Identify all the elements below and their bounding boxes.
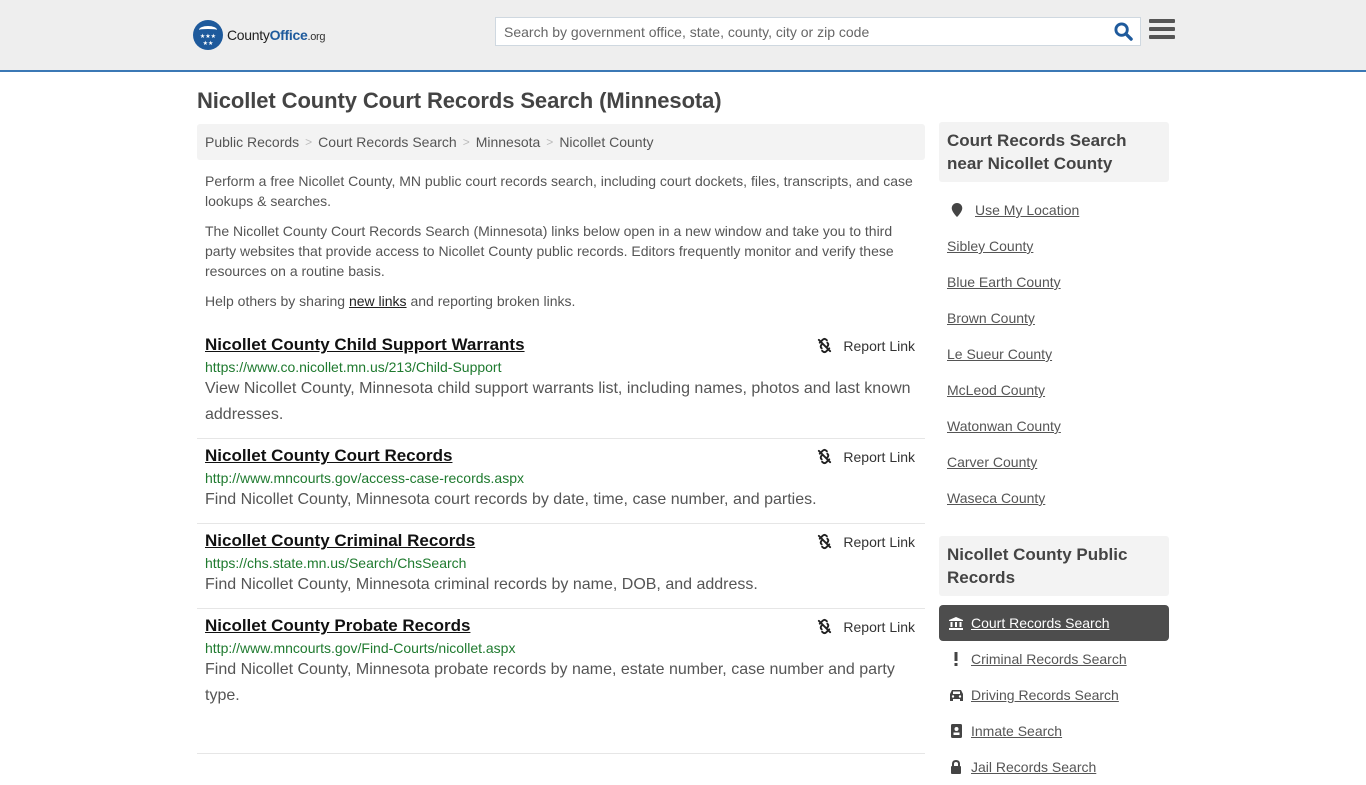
eagle-badge-icon: ★★★ ★★ [193, 20, 223, 50]
use-my-location-item: Use My Location [947, 192, 1161, 228]
nearby-county-link[interactable]: Le Sueur County [947, 346, 1052, 362]
lock-icon [947, 760, 965, 774]
nearby-county-link[interactable]: McLeod County [947, 382, 1045, 398]
report-link-button[interactable]: Report Link [816, 448, 915, 465]
result-item: Nicollet County Child Support Warrants R… [197, 328, 925, 439]
nearby-county-item: Sibley County [947, 228, 1161, 264]
map-pin-icon [951, 203, 963, 217]
result-description: Find Nicollet County, Minnesota criminal… [205, 576, 758, 593]
public-records-item-jail[interactable]: Jail Records Search [939, 749, 1169, 785]
intro-paragraph: The Nicollet County Court Records Search… [205, 223, 894, 279]
result-title-link[interactable]: Nicollet County Court Records [205, 445, 452, 467]
result-description: View Nicollet County, Minnesota child su… [205, 380, 911, 423]
car-icon [947, 689, 965, 701]
sidebar: Court Records Search near Nicollet Count… [939, 122, 1169, 785]
nearby-county-item: Brown County [947, 300, 1161, 336]
public-records-list: Court Records Search Criminal Records Se… [939, 605, 1169, 785]
search-input[interactable] [496, 18, 1106, 45]
broken-link-icon [818, 337, 832, 354]
report-link-button[interactable]: Report Link [816, 337, 915, 354]
nearby-county-list: Use My Location Sibley County Blue Earth… [939, 182, 1169, 516]
broken-link-icon [818, 448, 832, 465]
search-icon [1113, 22, 1133, 41]
breadcrumb-separator-icon: > [305, 135, 313, 149]
nearby-county-link[interactable]: Watonwan County [947, 418, 1061, 434]
public-records-heading: Nicollet County Public Records [939, 536, 1169, 596]
breadcrumb-court-records-search[interactable]: Court Records Search [318, 134, 457, 150]
nearby-county-link[interactable]: Carver County [947, 454, 1037, 470]
exclamation-icon [947, 652, 965, 666]
nearby-county-item: Le Sueur County [947, 336, 1161, 372]
result-description: Find Nicollet County, Minnesota probate … [205, 661, 895, 704]
intro-text: Perform a free Nicollet County, MN publi… [197, 171, 925, 311]
site-logo[interactable]: ★★★ ★★ CountyOffice.org [193, 20, 326, 50]
nearby-county-item: McLeod County [947, 372, 1161, 408]
nearby-heading: Court Records Search near Nicollet Count… [939, 122, 1169, 182]
logo-wordmark: CountyOffice.org [227, 27, 326, 43]
search-button[interactable] [1106, 18, 1140, 45]
result-item: Nicollet County Court Records Report Lin… [197, 439, 925, 524]
result-url[interactable]: http://www.mncourts.gov/Find-Courts/nico… [205, 639, 917, 657]
result-item: Nicollet County Probate Records Report L… [197, 609, 925, 754]
nearby-county-item: Carver County [947, 444, 1161, 480]
report-link-button[interactable]: Report Link [816, 618, 915, 635]
result-item: Nicollet County Criminal Records Report … [197, 524, 925, 609]
nearby-county-link[interactable]: Waseca County [947, 490, 1045, 506]
report-link-button[interactable]: Report Link [816, 533, 915, 550]
id-badge-icon [947, 724, 965, 738]
broken-link-icon [818, 533, 832, 550]
result-url[interactable]: http://www.mncourts.gov/access-case-reco… [205, 469, 917, 487]
public-records-item-court[interactable]: Court Records Search [939, 605, 1169, 641]
public-records-item-driving[interactable]: Driving Records Search [939, 677, 1169, 713]
result-url[interactable]: https://www.co.nicollet.mn.us/213/Child-… [205, 358, 917, 376]
public-records-item-criminal[interactable]: Criminal Records Search [939, 641, 1169, 677]
breadcrumb-public-records[interactable]: Public Records [205, 134, 299, 150]
breadcrumb: Public Records > Court Records Search > … [197, 124, 925, 160]
site-header: ★★★ ★★ CountyOffice.org [0, 0, 1366, 72]
hamburger-menu-icon[interactable] [1149, 19, 1175, 43]
intro-paragraph: Perform a free Nicollet County, MN publi… [205, 173, 913, 209]
use-my-location-link[interactable]: Use My Location [975, 202, 1079, 218]
public-records-item-inmate[interactable]: Inmate Search [939, 713, 1169, 749]
breadcrumb-minnesota[interactable]: Minnesota [476, 134, 541, 150]
result-title-link[interactable]: Nicollet County Criminal Records [205, 530, 475, 552]
main-content: Public Records > Court Records Search > … [197, 124, 925, 754]
result-url[interactable]: https://chs.state.mn.us/Search/ChsSearch [205, 554, 917, 572]
result-title-link[interactable]: Nicollet County Probate Records [205, 615, 470, 637]
nearby-county-item: Waseca County [947, 480, 1161, 516]
nearby-county-link[interactable]: Brown County [947, 310, 1035, 326]
results-list: Nicollet County Child Support Warrants R… [197, 328, 925, 754]
new-links-link[interactable]: new links [349, 293, 407, 309]
page-title: Nicollet County Court Records Search (Mi… [197, 88, 722, 113]
nearby-county-item: Blue Earth County [947, 264, 1161, 300]
nearby-county-link[interactable]: Sibley County [947, 238, 1033, 254]
breadcrumb-separator-icon: > [462, 135, 470, 149]
search-bar [495, 17, 1141, 46]
breadcrumb-separator-icon: > [546, 135, 554, 149]
nearby-county-item: Watonwan County [947, 408, 1161, 444]
broken-link-icon [818, 618, 832, 635]
courthouse-icon [947, 616, 965, 630]
breadcrumb-nicollet-county[interactable]: Nicollet County [559, 134, 653, 150]
nearby-county-link[interactable]: Blue Earth County [947, 274, 1061, 290]
result-description: Find Nicollet County, Minnesota court re… [205, 491, 817, 508]
result-title-link[interactable]: Nicollet County Child Support Warrants [205, 334, 525, 356]
share-links-note: Help others by sharing new links and rep… [205, 293, 576, 309]
